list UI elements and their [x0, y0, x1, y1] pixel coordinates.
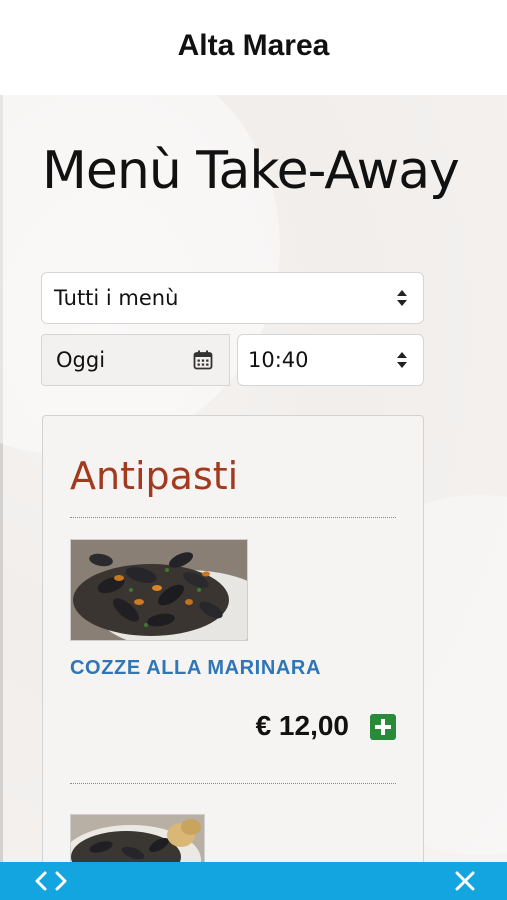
page-content[interactable]: Menù Take-Away Tutti i menù Oggi 10:40 A… [0, 95, 507, 862]
menu-select[interactable]: Tutti i menù [41, 272, 424, 324]
dish-image[interactable] [70, 539, 248, 641]
app-title: Alta Marea [177, 28, 330, 62]
time-select-value: 10:40 [248, 348, 309, 372]
dish-price: € 12,00 [255, 710, 349, 741]
dish-image[interactable] [70, 814, 205, 862]
close-icon[interactable] [454, 870, 476, 892]
calendar-icon[interactable] [193, 350, 213, 370]
divider [70, 517, 396, 518]
bottom-toolbar [0, 862, 507, 900]
select-arrows-icon [397, 352, 407, 368]
divider [70, 783, 396, 784]
add-to-cart-button[interactable] [370, 714, 396, 740]
menu-select-value: Tutti i menù [54, 286, 179, 310]
app-header: Alta Marea [0, 0, 507, 95]
page-title: Menù Take-Away [42, 141, 460, 201]
time-select[interactable]: 10:40 [237, 334, 424, 386]
section-title: Antipasti [70, 454, 239, 498]
select-arrows-icon [397, 290, 407, 306]
date-value: Oggi [56, 348, 106, 372]
chevron-left-right-icon[interactable] [33, 870, 69, 892]
menu-section-card: Antipasti COZZE ALLA MARINARA € 12,00 [42, 415, 424, 862]
date-field[interactable]: Oggi [41, 334, 230, 386]
dish-name[interactable]: COZZE ALLA MARINARA [70, 657, 321, 680]
